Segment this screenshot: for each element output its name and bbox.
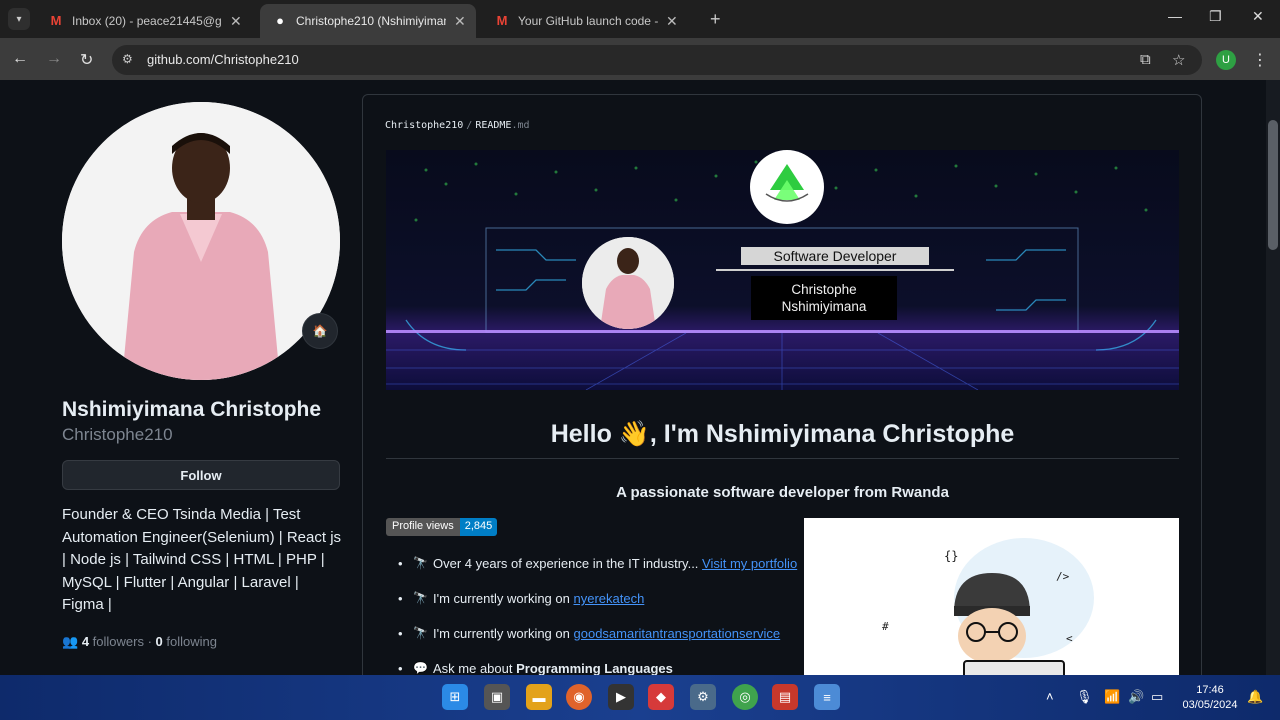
notification-bell-icon[interactable]: 🔔 — [1247, 689, 1263, 705]
site-info-icon[interactable]: ⚙ — [122, 52, 133, 66]
profile-avatar — [62, 102, 340, 380]
portfolio-link[interactable]: Visit my portfolio — [702, 556, 797, 571]
breadcrumb-ext: .md — [511, 120, 530, 131]
banner-profile-photo — [582, 237, 674, 329]
tab-launch-code[interactable]: M Your GitHub launch code - p ✕ — [482, 4, 688, 38]
list-item-text: I'm currently working on — [433, 626, 570, 641]
readme-tagline: A passionate software developer from Rwa… — [616, 484, 949, 501]
profile-bio: Founder & CEO Tsinda Media | Test Automa… — [62, 506, 342, 613]
status-emoji-icon[interactable]: 🏠 — [302, 313, 338, 349]
readme-breadcrumb: Christophe210/README.md — [385, 120, 530, 131]
list-item-text: I'm currently working on — [433, 591, 570, 606]
tsinda-media-logo — [750, 150, 824, 224]
telescope-icon: 🔭 — [413, 591, 428, 605]
github-icon: ● — [276, 13, 284, 28]
minimize-button[interactable]: — — [1168, 8, 1182, 24]
new-tab-button[interactable]: + — [710, 9, 721, 30]
follow-counts: 👥 4 followers · 0 following — [62, 634, 217, 649]
close-icon[interactable]: ✕ — [454, 13, 466, 30]
list-item-bold: Programming Languages — [516, 661, 673, 675]
tab-label: Inbox (20) - peace21445@gmai — [72, 14, 222, 28]
telescope-icon: 🔭 — [413, 556, 428, 570]
goodsamaritan-link[interactable]: goodsamaritantransportationservice — [574, 626, 781, 641]
install-app-icon[interactable]: ⧉ — [1140, 51, 1151, 68]
scrollbar-thumb[interactable] — [1268, 120, 1278, 250]
svg-text:{}: {} — [944, 549, 958, 563]
banner-name-line1: Christophe — [791, 282, 857, 297]
close-icon[interactable]: ✕ — [666, 13, 678, 30]
tray-overflow-icon[interactable]: ˄ — [1046, 689, 1054, 704]
notepad-icon[interactable]: ≡ — [814, 684, 840, 710]
people-icon: 👥 — [62, 634, 79, 649]
follow-button[interactable]: Follow — [62, 460, 340, 490]
svg-text:/>: /> — [1056, 570, 1070, 583]
anydesk-icon[interactable]: ◆ — [648, 684, 674, 710]
taskbar-clock[interactable]: 17:46 03/05/2024 — [1180, 683, 1240, 713]
maximize-button[interactable]: ❐ — [1209, 8, 1222, 25]
windows-start-icon[interactable]: ⊞ — [442, 684, 468, 710]
video-editor-icon[interactable]: ▶ — [608, 684, 634, 710]
breadcrumb-file[interactable]: README — [475, 120, 511, 131]
list-item-text: Over 4 years of experience in the IT ind… — [433, 556, 699, 571]
bookmark-star-icon[interactable]: ☆ — [1172, 51, 1185, 69]
file-explorer-icon[interactable]: ▬ — [526, 684, 552, 710]
battery-icon[interactable]: ▭ — [1151, 689, 1163, 705]
list-item: • 💬 Ask me about Programming Languages — [398, 661, 673, 675]
wifi-icon[interactable]: 📶 — [1104, 689, 1120, 705]
svg-text:#: # — [882, 620, 889, 633]
settings-icon[interactable]: ⚙ — [690, 684, 716, 710]
nyerekatech-link[interactable]: nyerekatech — [574, 591, 645, 606]
close-icon[interactable]: ✕ — [230, 13, 242, 30]
badge-value: 2,845 — [459, 518, 498, 536]
document-app-icon[interactable]: ▤ — [772, 684, 798, 710]
gmail-icon: M — [50, 13, 62, 28]
banner-name-line2: Nshimiyimana — [781, 299, 867, 314]
followers-label[interactable]: followers — [93, 634, 144, 649]
browser-menu-icon[interactable]: ⋮ — [1252, 50, 1268, 70]
telescope-icon: 🔭 — [413, 626, 428, 640]
list-item: • 🔭 I'm currently working on goodsamarita… — [398, 626, 781, 641]
svg-text:<: < — [1066, 632, 1073, 645]
readme-heading: Hello 👋, I'm Nshimiyimana Christophe — [550, 420, 1015, 448]
microphone-icon[interactable]: 🎙 — [1076, 689, 1093, 705]
banner-divider — [716, 269, 954, 271]
list-item: • 🔭 I'm currently working on nyerekatech — [398, 591, 645, 606]
profile-name: Nshimiyimana Christophe — [62, 398, 322, 421]
gmail-icon: M — [496, 13, 508, 28]
task-view-icon[interactable]: ▣ — [484, 684, 510, 710]
tab-label: Your GitHub launch code - p — [518, 14, 658, 28]
banner-role-label: Software Developer — [741, 247, 929, 265]
tab-label: Christophe210 (Nshimiyimana C — [296, 14, 446, 28]
tab-inbox[interactable]: M Inbox (20) - peace21445@gmai ✕ — [36, 4, 252, 38]
heading-divider — [386, 458, 1179, 459]
url-text[interactable]: github.com/Christophe210 — [147, 52, 299, 67]
list-item: • 🔭 Over 4 years of experience in the IT … — [398, 556, 798, 571]
profile-username: Christophe210 — [62, 425, 173, 444]
back-button[interactable]: ← — [12, 50, 28, 68]
badge-label: Profile views — [386, 518, 460, 536]
chrome-icon[interactable]: ◎ — [732, 684, 758, 710]
banner-name-plate: Christophe Nshimiyimana — [751, 276, 897, 320]
list-item-text: Ask me about — [433, 661, 513, 675]
browser-profile-avatar[interactable]: U — [1216, 50, 1236, 70]
clock-date: 03/05/2024 — [1182, 699, 1238, 711]
window-close-button[interactable]: ✕ — [1252, 8, 1264, 25]
tab-github-profile[interactable]: ● Christophe210 (Nshimiyimana C ✕ — [260, 4, 476, 38]
forward-button[interactable]: → — [46, 50, 62, 68]
followers-count[interactable]: 4 — [82, 634, 89, 649]
github-profile-page: 🏠 Nshimiyimana Christophe Christophe210 … — [0, 80, 1266, 675]
breadcrumb-user[interactable]: Christophe210 — [385, 120, 463, 131]
clock-time: 17:46 — [1196, 684, 1224, 696]
speech-bubble-icon: 💬 — [413, 661, 428, 675]
reload-button[interactable]: ↻ — [80, 50, 93, 70]
readme-bullet-list: • 🔭 Over 4 years of experience in the IT … — [398, 556, 797, 675]
firefox-icon[interactable]: ◉ — [566, 684, 592, 710]
volume-icon[interactable]: 🔊 — [1128, 689, 1144, 705]
profile-views-badge: Profile views 2,845 — [386, 518, 498, 536]
tab-search-button[interactable]: ▾ — [8, 8, 30, 30]
following-count[interactable]: 0 — [156, 634, 163, 649]
following-label[interactable]: following — [166, 634, 217, 649]
developer-illustration: {} /> # < — [804, 518, 1179, 675]
